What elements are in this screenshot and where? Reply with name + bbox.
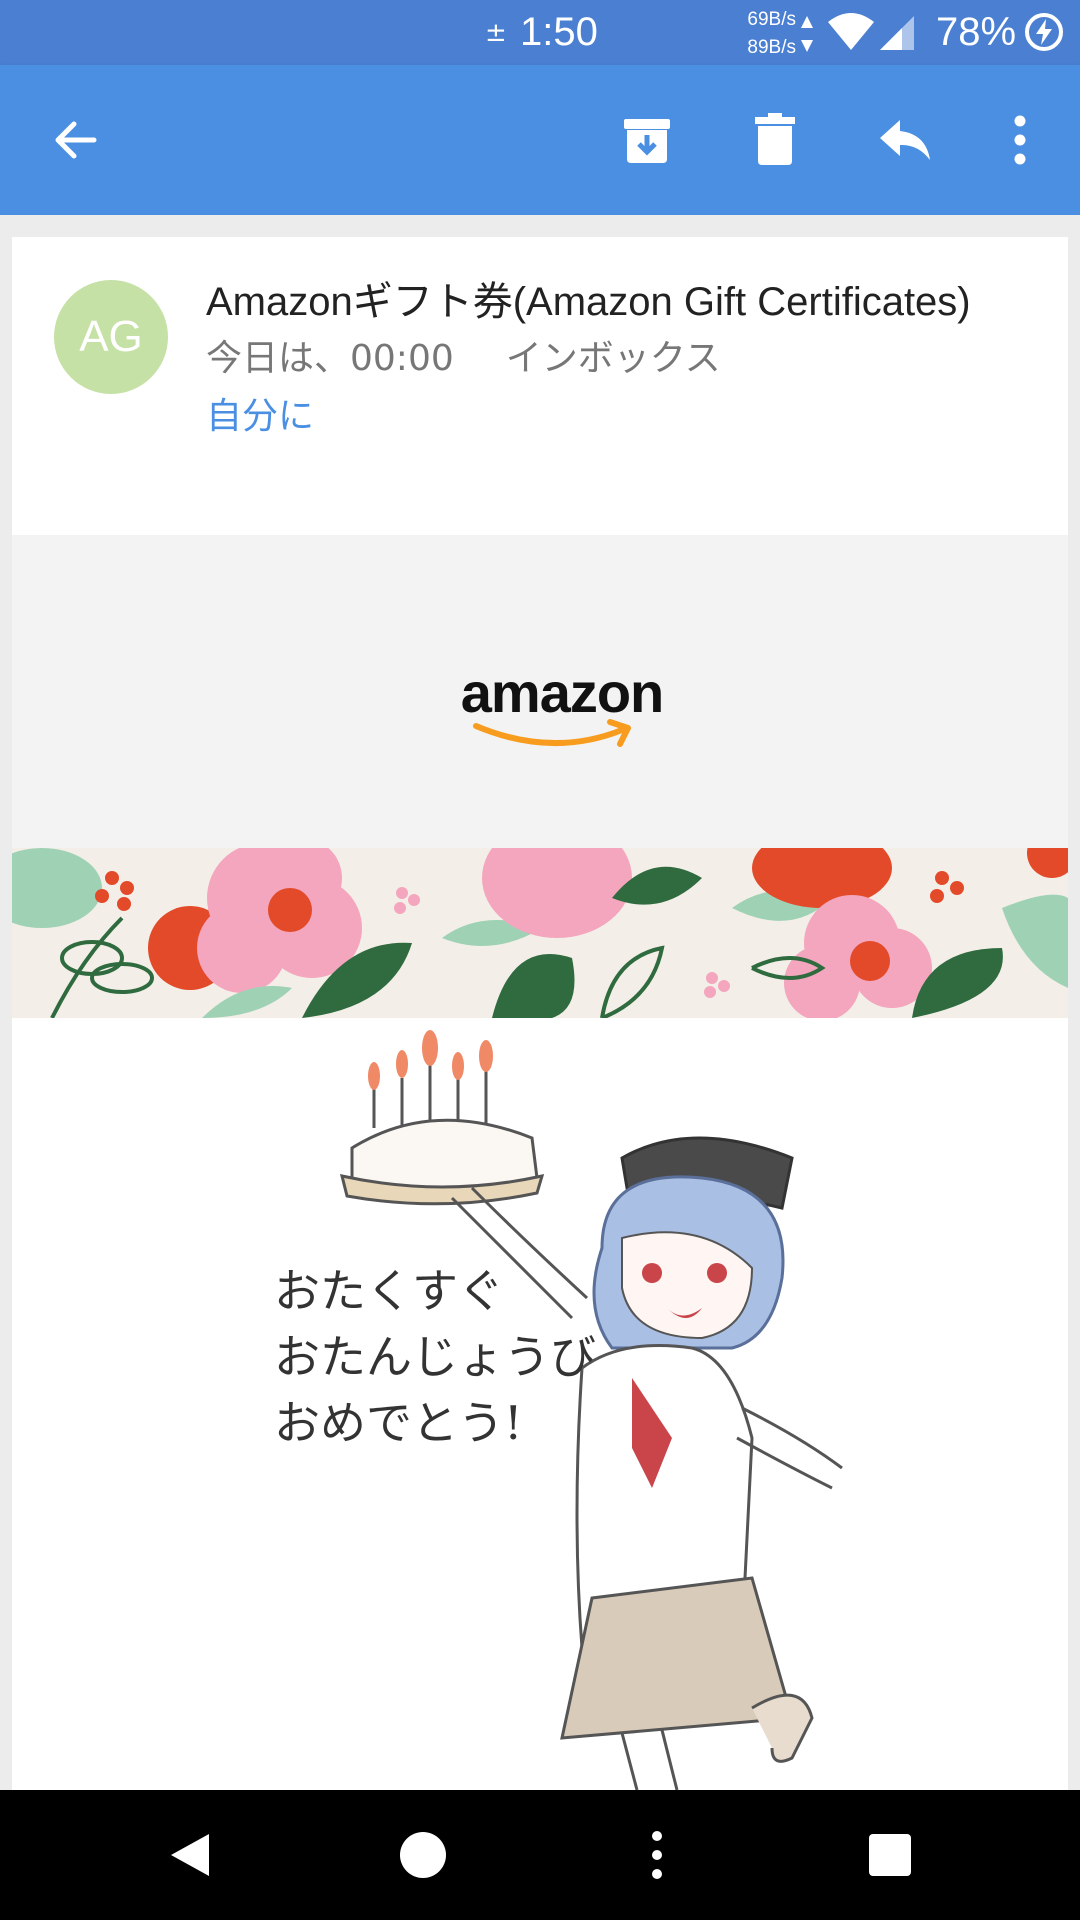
archive-button[interactable] (612, 105, 682, 175)
email-date: 今日は、00:00 (206, 338, 454, 379)
birthday-illustration: おたくすぐ おたんじょうび おめでとう! (12, 1018, 1068, 1790)
nav-home-button[interactable] (388, 1820, 458, 1890)
charging-icon (1025, 13, 1063, 51)
delete-button[interactable] (740, 105, 810, 175)
floral-pattern-image (12, 848, 1068, 1018)
birthday-message-line: おたくすぐ (274, 1264, 504, 1318)
email-content[interactable]: AG Amazonギフト券(Amazon Gift Certificates) … (0, 215, 1080, 1790)
navigation-bar (0, 1790, 1080, 1920)
signal-icon (880, 16, 914, 50)
trash-icon (755, 113, 795, 165)
wifi-icon (828, 13, 874, 50)
reply-button[interactable] (870, 105, 940, 175)
archive-icon (624, 119, 670, 163)
birthday-message-line: おたんじょうび (274, 1330, 596, 1384)
status-bar: ± 1:50 69B/s 89B/s 78% (0, 0, 1080, 65)
network-upload-speed: 69B/s (747, 9, 796, 30)
nav-recents-button[interactable] (855, 1820, 925, 1890)
nav-back-button[interactable] (155, 1820, 225, 1890)
back-button[interactable] (40, 105, 110, 175)
birthday-message: おたくすぐ おたんじょうび おめでとう! (274, 1258, 596, 1456)
amazon-logo-band: amazon (12, 535, 1068, 848)
nav-menu-button[interactable] (622, 1820, 692, 1890)
email-meta: 今日は、00:00 インボックス (206, 329, 721, 381)
birthday-message-line: おめでとう! (274, 1396, 523, 1450)
recipient-link[interactable]: 自分に (206, 387, 314, 439)
more-options-button[interactable] (985, 105, 1055, 175)
sender-name: Amazonギフト券(Amazon Gift Certificates) (206, 280, 971, 324)
nav-home-icon (400, 1832, 446, 1878)
amazon-logo[interactable]: amazon (442, 660, 682, 747)
back-arrow-icon (55, 121, 97, 159)
sync-icon: ± (485, 18, 507, 48)
avatar[interactable]: AG (54, 280, 168, 394)
nav-recents-icon (869, 1834, 911, 1876)
network-download-speed: 89B/s (747, 37, 796, 58)
network-speed: 69B/s 89B/s (742, 6, 796, 62)
floral-banner (12, 848, 1068, 1018)
reply-icon (880, 120, 930, 160)
email-folder: インボックス (505, 338, 721, 379)
amazon-logo-text: amazon (460, 661, 665, 724)
nav-menu-icon (652, 1831, 662, 1879)
app-bar (0, 65, 1080, 215)
battery-level: 78% (936, 10, 1017, 54)
status-time: 1:50 (520, 10, 598, 54)
email-header: AG Amazonギフト券(Amazon Gift Certificates) … (12, 237, 1068, 535)
nav-back-icon (171, 1834, 209, 1876)
amazon-smile-icon (473, 719, 631, 747)
network-arrows-icon (801, 16, 813, 52)
more-vert-icon (1014, 115, 1026, 165)
